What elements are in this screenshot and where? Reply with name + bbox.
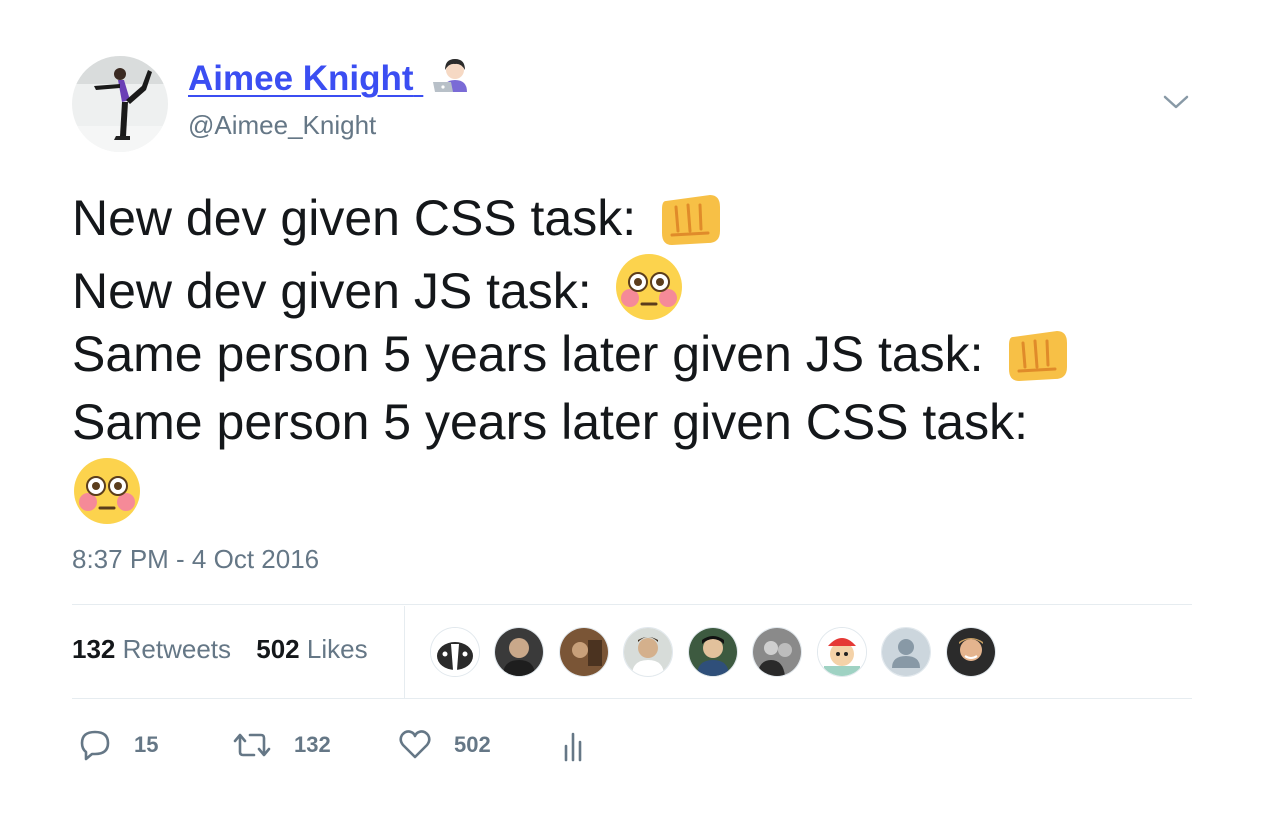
analytics-button[interactable] <box>560 726 590 766</box>
divider <box>72 604 1192 605</box>
reply-count: 15 <box>134 732 159 757</box>
retweet-button[interactable]: 132 <box>232 726 342 766</box>
tweet-line <box>72 456 1202 524</box>
retweet-icon <box>233 733 271 757</box>
likes-label: Likes <box>306 634 368 664</box>
woman-technologist-icon <box>431 58 475 103</box>
tweet-timestamp[interactable]: 8:37 PM - 4 Oct 2016 <box>72 544 319 575</box>
tweet-line-text: New dev given CSS task: <box>72 190 637 246</box>
tweet-line: New dev given JS task: <box>72 252 1202 320</box>
liker-avatar-badger[interactable] <box>430 627 480 677</box>
retweets-count: 132 <box>72 634 116 664</box>
tweet-line-text: Same person 5 years later given JS task: <box>72 326 984 382</box>
display-name-link[interactable]: Aimee Knight <box>188 58 475 103</box>
display-name: Aimee Knight <box>188 59 414 98</box>
like-button[interactable]: 502 <box>398 726 498 766</box>
tweet-line-text: New dev given JS task: <box>72 263 592 319</box>
retweets-label: Retweets <box>122 634 232 664</box>
tweet-text: New dev given CSS task: New dev given JS… <box>72 184 1202 524</box>
liker-avatar-1[interactable] <box>494 627 545 677</box>
liker-avatar-3[interactable] <box>623 627 674 677</box>
tweet-card: Aimee Knight @Aimee_Knight New dev given… <box>0 0 1268 822</box>
analytics-icon <box>564 732 582 762</box>
retweets-stat[interactable]: 132 Retweets <box>72 634 231 665</box>
user-avatar[interactable] <box>72 56 168 152</box>
liker-avatars <box>430 627 1006 677</box>
retweet-count: 132 <box>294 732 331 757</box>
chevron-down-icon[interactable] <box>1162 92 1190 112</box>
liker-avatar-5[interactable] <box>752 627 803 677</box>
flushed-face-icon <box>72 456 142 543</box>
reply-icon <box>80 730 110 761</box>
likes-count: 502 <box>256 634 300 664</box>
divider <box>72 698 1192 699</box>
tweet-line: Same person 5 years later given JS task: <box>72 320 1202 388</box>
tweet-line: New dev given CSS task: <box>72 184 1202 252</box>
tweet-stats: 132 Retweets 502 Likes <box>72 634 386 665</box>
reply-button[interactable]: 15 <box>78 726 168 766</box>
liker-avatar-2[interactable] <box>558 627 609 677</box>
figure-skater-avatar <box>72 56 168 152</box>
tweet-line-text: Same person 5 years later given CSS task… <box>72 394 1029 450</box>
like-count: 502 <box>454 732 491 757</box>
user-handle[interactable]: @Aimee_Knight <box>188 110 376 141</box>
heart-icon <box>399 730 431 759</box>
liker-avatar-default[interactable] <box>881 627 932 677</box>
likes-stat[interactable]: 502 Likes <box>256 634 367 665</box>
liker-avatar-4[interactable] <box>687 627 738 677</box>
liker-avatar-cartoon[interactable] <box>816 627 867 677</box>
liker-avatar-6[interactable] <box>945 627 996 677</box>
divider <box>404 606 405 698</box>
